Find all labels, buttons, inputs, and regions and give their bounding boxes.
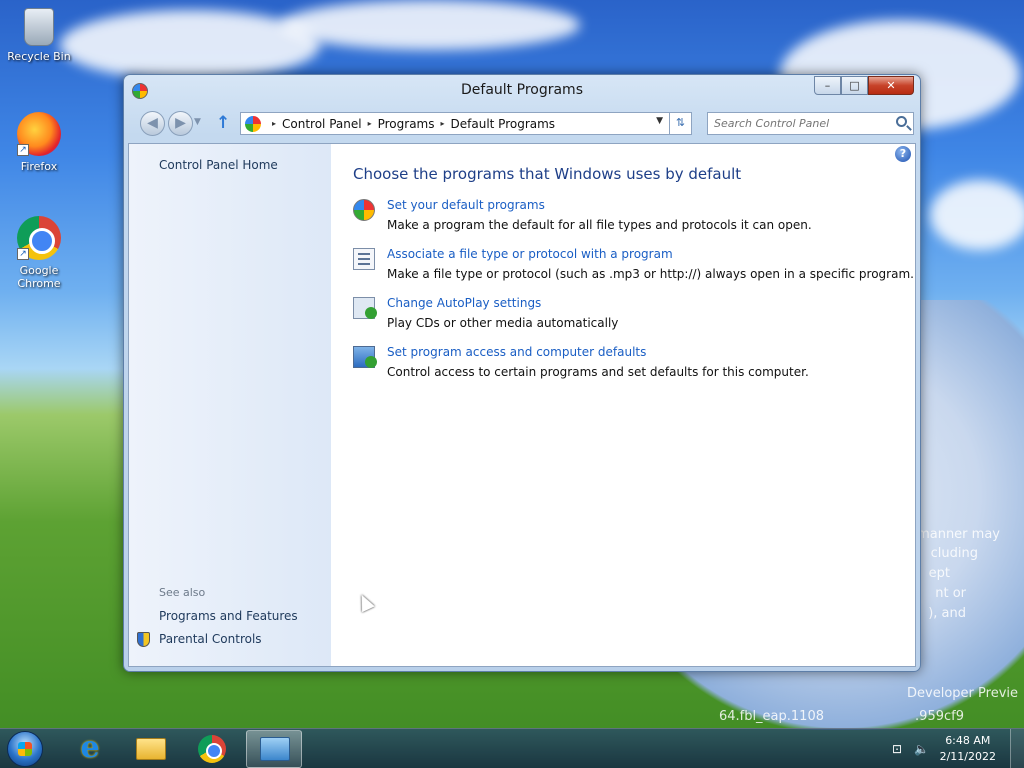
wallpaper-cloud (280, 0, 580, 50)
up-arrow-icon: ↑ (216, 113, 231, 133)
parental-controls-link[interactable]: Parental Controls (159, 632, 262, 646)
wallpaper-cloud (930, 180, 1024, 250)
firefox-icon: ↗ (17, 112, 61, 156)
clock-time: 6:48 AM (945, 734, 991, 747)
see-also-heading: See also (159, 586, 206, 599)
watermark-line: .959cf9 (915, 709, 964, 724)
forward-button[interactable]: ▶ (168, 111, 193, 136)
change-autoplay-settings-link[interactable]: Change AutoPlay settings (387, 296, 541, 310)
desktop-icon-label: Firefox (20, 160, 58, 173)
breadcrumb-control-panel[interactable]: Control Panel (282, 117, 362, 131)
watermark-line: cluding (930, 546, 978, 561)
watermark-line: manner may (917, 527, 1000, 542)
control-panel-icon (260, 737, 290, 761)
show-desktop-button[interactable] (1010, 729, 1024, 768)
task-set-default-programs: Set your default programs Make a program… (353, 198, 893, 238)
refresh-icon: ⇅ (675, 116, 686, 129)
minimize-button[interactable]: – (814, 76, 841, 95)
shield-icon (137, 632, 150, 647)
task-associate-file-type: Associate a file type or protocol with a… (353, 247, 914, 287)
associate-file-type-link[interactable]: Associate a file type or protocol with a… (387, 247, 673, 261)
watermark-line: Developer Previe (907, 686, 1018, 701)
address-dropdown-icon[interactable]: ▼ (656, 116, 663, 126)
clock-date: 2/11/2022 (939, 750, 996, 763)
task-program-access: Set program access and computer defaults… (353, 345, 893, 385)
desktop-icon-label: Google Chrome (17, 264, 61, 290)
page-title: Choose the programs that Windows uses by… (353, 165, 742, 183)
recycle-bin-icon (24, 8, 54, 46)
breadcrumb-default-programs[interactable]: Default Programs (451, 117, 556, 131)
chrome-icon: ↗ (17, 216, 61, 260)
task-description: Make a file type or protocol (such as .m… (387, 267, 914, 281)
control-panel-icon (245, 115, 261, 132)
programs-and-features-link[interactable]: Programs and Features (159, 609, 298, 623)
breadcrumb-separator-icon[interactable]: ▸ (272, 119, 276, 128)
back-arrow-icon: ◀ (147, 115, 158, 131)
chrome-icon (198, 735, 226, 763)
task-description: Play CDs or other media automatically (387, 316, 619, 330)
back-button[interactable]: ◀ (140, 111, 165, 136)
breadcrumb-separator-icon[interactable]: ▸ (441, 119, 445, 128)
maximize-button[interactable]: □ (841, 76, 868, 95)
default-programs-window: Default Programs – □ ✕ ◀ ▶ ▼ ↑ ▸ Control… (123, 74, 921, 672)
search-icon[interactable] (896, 116, 907, 127)
desktop-icon-label: Recycle Bin (7, 50, 71, 63)
watermark-line: ept (928, 566, 950, 581)
control-panel-home-link[interactable]: Control Panel Home (159, 158, 278, 172)
content-frame: Control Panel Home See also Programs and… (128, 143, 916, 667)
set-default-programs-link[interactable]: Set your default programs (387, 198, 545, 212)
chevron-down-icon: ▼ (194, 117, 201, 127)
up-button[interactable]: ↑ (216, 113, 230, 133)
refresh-button[interactable]: ⇅ (670, 112, 692, 135)
address-bar[interactable]: ▸ Control Panel ▸ Programs ▸ Default Pro… (240, 112, 670, 135)
task-description: Make a program the default for all file … (387, 218, 812, 232)
clock[interactable]: 6:48 AM 2/11/2022 (940, 733, 996, 765)
close-button[interactable]: ✕ (868, 76, 914, 95)
help-icon[interactable]: ? (895, 146, 911, 162)
desktop-icon-recycle-bin[interactable]: Recycle Bin (1, 8, 77, 63)
set-program-access-link[interactable]: Set program access and computer defaults (387, 345, 646, 359)
folder-icon (136, 738, 166, 760)
taskbar-google-chrome[interactable] (184, 730, 240, 768)
taskbar: e ⊡ 🔈 6:48 AM 2/11/2022 (0, 728, 1024, 768)
shortcut-arrow-icon: ↗ (17, 248, 29, 260)
desktop-icon-chrome[interactable]: ↗ Google Chrome (1, 216, 77, 290)
breadcrumb-separator-icon[interactable]: ▸ (368, 119, 372, 128)
desktop-icon-firefox[interactable]: ↗ Firefox (1, 112, 77, 173)
file-association-icon (353, 248, 375, 270)
title-bar[interactable]: Default Programs – □ ✕ (124, 75, 920, 107)
network-icon[interactable]: ⊡ (892, 742, 902, 756)
shortcut-arrow-icon: ↗ (17, 144, 29, 156)
watermark-line: nt or (935, 586, 966, 601)
search-input[interactable] (714, 113, 889, 133)
autoplay-icon (353, 297, 377, 319)
taskbar-internet-explorer[interactable]: e (62, 730, 118, 768)
task-description: Control access to certain programs and s… (387, 365, 809, 379)
breadcrumb-programs[interactable]: Programs (378, 117, 435, 131)
navigation-bar: ◀ ▶ ▼ ↑ ▸ Control Panel ▸ Programs ▸ Def… (132, 109, 914, 139)
taskbar-windows-explorer[interactable] (122, 730, 178, 768)
watermark-line: ), and (928, 606, 966, 621)
program-access-icon (353, 346, 377, 368)
main-pane: ? Choose the programs that Windows uses … (331, 144, 915, 666)
volume-icon[interactable]: 🔈 (914, 742, 929, 756)
start-button[interactable] (7, 731, 43, 767)
recent-pages-dropdown[interactable]: ▼ (194, 117, 201, 127)
default-programs-icon (353, 199, 375, 221)
window-title: Default Programs (461, 82, 583, 98)
forward-arrow-icon: ▶ (175, 115, 186, 131)
taskbar-control-panel[interactable] (246, 730, 302, 768)
search-box[interactable] (707, 112, 914, 135)
caption-buttons: – □ ✕ (814, 76, 914, 95)
watermark-line: 64.fbl_eap.1108 (718, 709, 824, 724)
task-autoplay: Change AutoPlay settings Play CDs or oth… (353, 296, 893, 336)
internet-explorer-icon: e (80, 730, 100, 765)
left-navigation-pane: Control Panel Home See also Programs and… (129, 144, 331, 666)
